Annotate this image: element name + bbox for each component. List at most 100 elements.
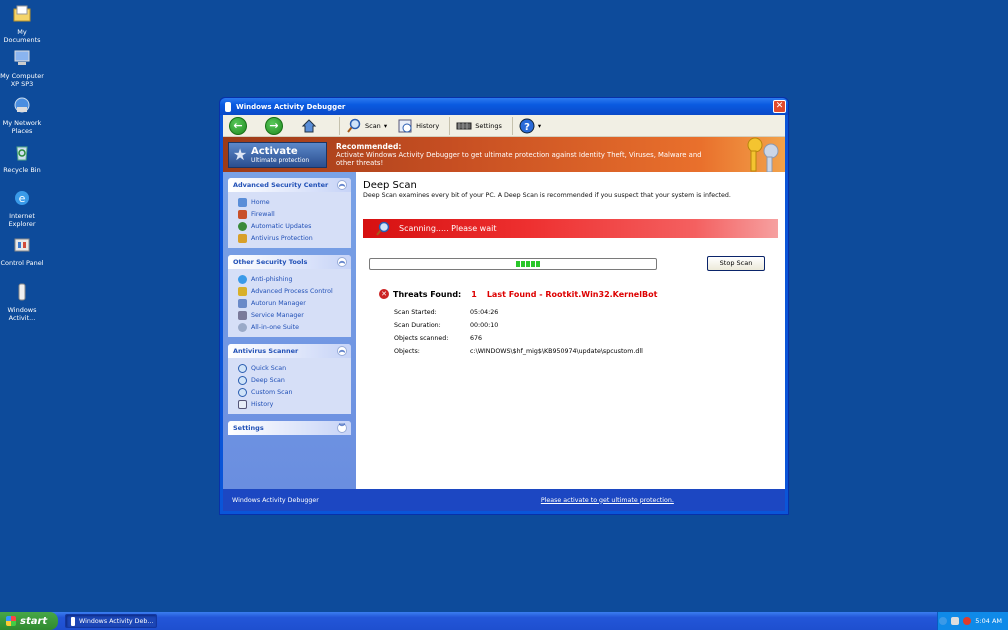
desktop-icon-internet-explorer[interactable]: e Internet Explorer bbox=[0, 188, 44, 228]
panel-title: Settings bbox=[233, 424, 264, 432]
detail-value: 00:00:10 bbox=[470, 322, 499, 329]
detail-row: Objects: c:\WINDOWS\$hf_mig$\KB950974\upd… bbox=[394, 348, 778, 361]
network-icon bbox=[14, 97, 30, 113]
desktop-icon-network[interactable]: My Network Places bbox=[0, 95, 44, 135]
panel-settings: Settings ︾ bbox=[228, 421, 351, 435]
desktop-icon-label: Recycle Bin bbox=[3, 166, 41, 174]
detail-key: Objects scanned: bbox=[394, 335, 449, 342]
history-button[interactable]: History bbox=[397, 118, 439, 134]
desktop-icon-control-panel[interactable]: Control Panel bbox=[0, 235, 44, 267]
collapse-icon[interactable]: ︽ bbox=[337, 180, 347, 190]
sidebar-item-all-in-one[interactable]: All-in-one Suite bbox=[238, 321, 351, 333]
home-icon bbox=[301, 118, 317, 132]
scanning-status-bar: Scanning..... Please wait bbox=[363, 219, 778, 238]
title-bar[interactable]: Windows Activity Debugger bbox=[220, 98, 788, 115]
app-icon bbox=[225, 101, 231, 112]
sidebar-item-label: Anti-phishing bbox=[251, 275, 293, 283]
sidebar-item-quick-scan[interactable]: Quick Scan bbox=[238, 362, 351, 374]
activate-button[interactable]: ★ Activate Ultimate protection bbox=[228, 141, 327, 168]
sidebar-item-label: All-in-one Suite bbox=[251, 323, 300, 331]
sidebar-item-automatic-updates[interactable]: Automatic Updates bbox=[238, 220, 351, 232]
collapse-icon[interactable]: ︽ bbox=[337, 257, 347, 267]
help-button[interactable]: ? ▾ bbox=[519, 118, 541, 134]
firewall-icon bbox=[238, 209, 247, 219]
scan-progress-bar bbox=[369, 257, 657, 270]
desktop-icon-windows-activity[interactable]: Windows Activit... bbox=[0, 282, 44, 322]
close-button[interactable]: ✕ bbox=[773, 100, 786, 113]
alert-tray-icon[interactable] bbox=[963, 617, 972, 625]
detail-value: c:\WINDOWS\$hf_mig$\KB950974\update\spcu… bbox=[470, 348, 643, 355]
app-window: Windows Activity Debugger ✕ ← → Scan ▾ Hi… bbox=[219, 97, 789, 515]
sidebar-item-label: Home bbox=[251, 198, 270, 206]
sidebar-item-history[interactable]: History bbox=[238, 398, 351, 410]
sidebar-item-antivirus-protection[interactable]: Antivirus Protection bbox=[238, 232, 351, 244]
home-button[interactable] bbox=[301, 118, 317, 134]
toolbar-separator bbox=[511, 116, 513, 135]
suite-icon bbox=[238, 322, 247, 332]
banner-text: Activate Windows Activity Debugger to ge… bbox=[336, 150, 702, 167]
settings-label: Settings bbox=[475, 121, 502, 130]
settings-button[interactable]: Settings bbox=[456, 118, 502, 134]
taskbar-item-label: Windows Activity Deb... bbox=[79, 617, 154, 625]
recycle-bin-icon bbox=[16, 146, 28, 161]
sidebar-item-label: Service Manager bbox=[251, 311, 304, 319]
desktop-icon-recycle-bin[interactable]: Recycle Bin bbox=[0, 142, 44, 174]
panel-header[interactable]: Advanced Security Center ︽ bbox=[228, 178, 351, 192]
desktop-icon-my-documents[interactable]: My Documents bbox=[0, 4, 44, 44]
scan-button[interactable]: Scan ▾ bbox=[346, 118, 387, 134]
magnifier-icon bbox=[238, 387, 247, 397]
panel-advanced-security: Advanced Security Center ︽ Home Firewall … bbox=[228, 178, 351, 248]
detail-key: Scan Started: bbox=[394, 309, 437, 316]
security-tray-icon[interactable] bbox=[951, 617, 960, 625]
activate-link[interactable]: Please activate to get ultimate protecti… bbox=[541, 497, 674, 504]
sidebar-item-anti-phishing[interactable]: Anti-phishing bbox=[238, 273, 351, 285]
panel-antivirus-scanner: Antivirus Scanner ︽ Quick Scan Deep Scan … bbox=[228, 344, 351, 414]
sidebar-item-label: Autorun Manager bbox=[251, 299, 306, 307]
collapse-icon[interactable]: ︽ bbox=[337, 346, 347, 356]
start-button[interactable]: start bbox=[0, 612, 58, 630]
star-icon: ★ bbox=[232, 145, 248, 164]
sidebar-item-firewall[interactable]: Firewall bbox=[238, 208, 351, 220]
magnifier-icon bbox=[376, 221, 390, 236]
panel-header[interactable]: Antivirus Scanner ︽ bbox=[228, 344, 351, 358]
panel-title: Advanced Security Center bbox=[233, 181, 329, 189]
panel-title: Other Security Tools bbox=[233, 258, 308, 266]
taskbar-item-windows-activity[interactable]: Windows Activity Deb... bbox=[65, 614, 157, 628]
scan-label: Scan bbox=[365, 121, 381, 130]
clock[interactable]: 5:04 AM bbox=[975, 617, 1002, 625]
activate-subtitle: Ultimate protection bbox=[251, 156, 310, 164]
svg-text:e: e bbox=[19, 192, 26, 205]
sidebar-item-label: Firewall bbox=[251, 210, 275, 218]
magnifier-icon bbox=[238, 363, 247, 373]
progress-fill bbox=[516, 260, 540, 267]
sidebar-item-process-control[interactable]: Advanced Process Control bbox=[238, 285, 351, 297]
back-button[interactable]: ← bbox=[229, 116, 247, 135]
threats-summary: ✕ Threats Found: 1 Last Found - Rootkit.… bbox=[363, 289, 778, 299]
expand-icon[interactable]: ︾ bbox=[337, 423, 347, 433]
detail-row: Objects scanned: 676 bbox=[394, 335, 778, 348]
home-icon bbox=[238, 197, 247, 207]
forward-button[interactable]: → bbox=[265, 116, 283, 135]
toolbar-separator bbox=[449, 116, 451, 135]
network-tray-icon[interactable] bbox=[939, 617, 948, 625]
sidebar-item-label: Custom Scan bbox=[251, 388, 293, 396]
panel-header[interactable]: Other Security Tools ︽ bbox=[228, 255, 351, 269]
desktop-icon-label: Control Panel bbox=[0, 259, 44, 267]
desktop-icon-my-computer[interactable]: My Computer XP SP3 bbox=[0, 48, 44, 88]
sidebar-item-label: Antivirus Protection bbox=[251, 234, 313, 242]
desktop-icon-label: My Computer XP SP3 bbox=[0, 72, 44, 88]
sidebar-item-custom-scan[interactable]: Custom Scan bbox=[238, 386, 351, 398]
activation-banner: ★ Activate Ultimate protection Recommend… bbox=[223, 137, 785, 172]
window-body: ← → Scan ▾ History Settings ? ▾ ★ Activa… bbox=[223, 115, 785, 511]
sidebar-item-deep-scan[interactable]: Deep Scan bbox=[238, 374, 351, 386]
keys-icon bbox=[747, 137, 779, 172]
app-icon bbox=[71, 616, 75, 626]
panel-header[interactable]: Settings ︾ bbox=[228, 421, 351, 435]
app-icon bbox=[18, 283, 26, 301]
sidebar-item-autorun-manager[interactable]: Autorun Manager bbox=[238, 297, 351, 309]
sidebar-item-home[interactable]: Home bbox=[238, 196, 351, 208]
status-bar: Windows Activity Debugger Please activat… bbox=[223, 489, 785, 511]
stop-scan-button[interactable]: Stop Scan bbox=[707, 256, 765, 271]
sidebar-item-service-manager[interactable]: Service Manager bbox=[238, 309, 351, 321]
detail-row: Scan Duration: 00:00:10 bbox=[394, 322, 778, 335]
